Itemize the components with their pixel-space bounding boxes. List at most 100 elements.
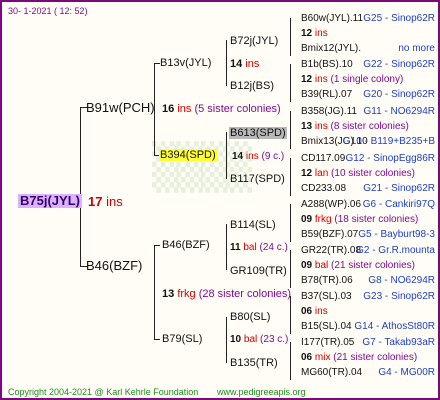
root-generation: 17 ins — [88, 194, 123, 209]
g4-bot-entry[interactable]: B59(BZF).07 G5 - Bayburt98-3 — [301, 229, 437, 240]
test-score: 12 — [301, 28, 313, 39]
g4-bot-entry[interactable]: CD233.08 G21 - Sinop62R — [301, 183, 437, 194]
gp-b394[interactable]: B394(SPD) — [159, 149, 217, 161]
sister-note: (21 sister colonies) — [331, 260, 415, 271]
g4-bot-entry[interactable]: Bmix13(JG).10 G10 - B119+B235+B — [301, 136, 437, 147]
g4-top-entry[interactable]: B37(SL).03 G23 - Sinop62R — [301, 291, 437, 302]
g4-top-entry[interactable]: B60w(JYL).11 G25 - Sinop62R — [301, 13, 437, 24]
bee-id[interactable]: B60w(JYL).11 — [301, 13, 363, 24]
bee-id[interactable]: Bmix12(JYL). — [301, 43, 361, 54]
bee-id[interactable]: B39(RL).07 — [301, 89, 352, 100]
parent-b91w[interactable]: B91w(PCH) — [86, 101, 155, 115]
test-unit: ins — [314, 28, 328, 39]
tree-line — [226, 132, 227, 179]
test-score: 06 — [301, 352, 313, 363]
footer-url[interactable]: www.pedigreeapis.org — [217, 387, 306, 397]
g4-bot-entry[interactable]: B39(RL).07 G20 - Sinop62R — [301, 89, 437, 100]
g4-mid-entry: 12 ins (1 single colony) — [301, 74, 437, 85]
bee-id[interactable]: B358(JG).11 — [301, 106, 357, 117]
generation-line: G23 - Sinop62R — [363, 291, 435, 302]
g4-top-entry[interactable]: CD117.09 G12 - SinopEgg86R — [301, 153, 437, 164]
test-unit: lan — [314, 168, 329, 179]
tree-line — [290, 111, 291, 149]
g4-mid-entry: 09 frkg (18 sister colonies) — [301, 214, 437, 225]
root-bee-id[interactable]: B75j(JYL) — [18, 194, 82, 208]
sister-note: (21 sister colonies) — [333, 352, 418, 363]
g4-bot-entry[interactable]: Bmix12(JYL). no more — [301, 43, 437, 54]
g4-top-entry[interactable]: B1b(BS).10 G22 - Sinop62R — [301, 59, 437, 70]
generation-line: G14 - AthosSt80R — [354, 321, 435, 332]
test-score: 09 — [301, 260, 313, 271]
g4-mid-entry: 06 mix (21 sister colonies) — [301, 352, 437, 363]
ggp-b114-info: 11 bal (24 c.) — [230, 242, 288, 253]
bee-id[interactable]: A288(WP).06 — [301, 199, 361, 210]
sister-note: (8 sister colonies) — [330, 121, 409, 132]
generation-line: G22 - Sinop62R — [363, 59, 435, 70]
tree-line — [154, 339, 160, 340]
test-unit: ins — [314, 306, 328, 317]
ggp-b72[interactable]: B72j(JYL) — [230, 35, 278, 47]
bee-id[interactable]: GR22(TR).08 — [301, 245, 361, 256]
gp-b79[interactable]: B79(SL) — [162, 333, 202, 345]
g4-mid-entry: 12 ins — [301, 28, 437, 39]
g4-top-entry[interactable]: A288(WP).06 G6 - Cankiri97Q — [301, 199, 437, 210]
generation-line: G2 - Gr.R.mounta — [356, 245, 435, 256]
tree-line — [226, 224, 227, 270]
bee-id[interactable]: B37(SL).03 — [301, 291, 352, 302]
tree-line — [226, 40, 227, 86]
gp-b13v[interactable]: B13v(JYL) — [160, 57, 211, 69]
bee-id[interactable]: I177(TR).05 — [301, 337, 354, 348]
g4-top-entry[interactable]: I177(TR).05 G7 - Takab93aR — [301, 337, 437, 348]
bee-id[interactable]: B15(SL).04 — [301, 321, 352, 332]
bee-id[interactable]: B78(TR).06 — [301, 275, 353, 286]
tree-line — [290, 342, 291, 380]
generation-line: G7 - Takab93aR — [362, 337, 435, 348]
g4-mid-entry: 09 bal (21 sister colonies) — [301, 260, 437, 271]
generation-line: G5 - Bayburt98-3 — [358, 229, 435, 240]
ggp-b114[interactable]: B114(SL) — [230, 219, 276, 231]
generation-line: G12 - SinopEgg86R — [345, 153, 435, 164]
ggp-gr109[interactable]: GR109(TR) — [230, 265, 287, 277]
parent-b46[interactable]: B46(BZF) — [86, 259, 142, 273]
tree-line — [154, 245, 160, 246]
ggp-b80[interactable]: B80(SL) — [230, 311, 270, 323]
bee-id[interactable]: B59(BZF).07 — [301, 229, 358, 240]
g4-bot-entry[interactable]: MG60(TR).04 G4 - MG00R — [301, 367, 437, 378]
test-unit: frkg — [314, 214, 332, 225]
bee-id[interactable]: B1b(BS).10 — [301, 59, 353, 70]
pedigree-frame: ▒▒▒▒ 30- 1-2021 ( 12: 52) B75j(JYL) 17 i… — [0, 0, 440, 400]
generation-line: G25 - Sinop62R — [363, 13, 435, 24]
test-score: 06 — [301, 306, 313, 317]
bee-id[interactable]: CD233.08 — [301, 183, 346, 194]
bee-id[interactable]: CD117.09 — [301, 153, 345, 164]
gp-b46bzf[interactable]: B46(BZF) — [162, 239, 210, 251]
tree-line — [80, 107, 81, 266]
ggp-b135[interactable]: B135(TR) — [230, 357, 278, 369]
test-unit: ins — [314, 74, 328, 85]
g4-bot-entry[interactable]: B78(TR).06 G8 - NO6294R — [301, 275, 437, 286]
tree-line — [290, 158, 291, 196]
g4-top-entry[interactable]: B358(JG).11 G11 - NO6294R — [301, 106, 437, 117]
generation-line: G21 - Sinop62R — [363, 183, 435, 194]
ggp-b613[interactable]: B613(SPD) — [229, 127, 287, 139]
ggp-b117[interactable]: B117(SPD) — [230, 173, 285, 185]
header-date: 30- 1-2021 ( 12: 52) — [8, 6, 88, 16]
parent-b91w-info: 16 ins (5 sister colonies) — [162, 103, 281, 115]
generation-line: G20 - Sinop62R — [363, 89, 435, 100]
g4-top-entry[interactable]: GR22(TR).08 G2 - Gr.R.mounta — [301, 245, 437, 256]
generation-line: G11 - NO6294R — [363, 106, 435, 117]
g4-bot-entry[interactable]: B15(SL).04 G14 - AthosSt80R — [301, 321, 437, 332]
tree-line — [290, 18, 291, 56]
g4-mid-entry: 12 lan (10 sister colonies) — [301, 168, 437, 179]
ggp-b80-info: 10 bal (23 c.) — [230, 334, 289, 345]
tree-line — [290, 64, 291, 102]
bee-id[interactable]: MG60(TR).04 — [301, 367, 362, 378]
ggp-b12[interactable]: B12j(BS) — [230, 80, 274, 92]
generation-line: no more — [398, 43, 435, 54]
test-unit: mix — [314, 352, 331, 363]
generation-line: G4 - MG00R — [378, 367, 435, 378]
sister-note: (10 sister colonies) — [331, 168, 415, 179]
tree-line — [290, 250, 291, 288]
test-score: 09 — [301, 214, 313, 225]
generation-line: G6 - Cankiri97Q — [362, 199, 435, 210]
